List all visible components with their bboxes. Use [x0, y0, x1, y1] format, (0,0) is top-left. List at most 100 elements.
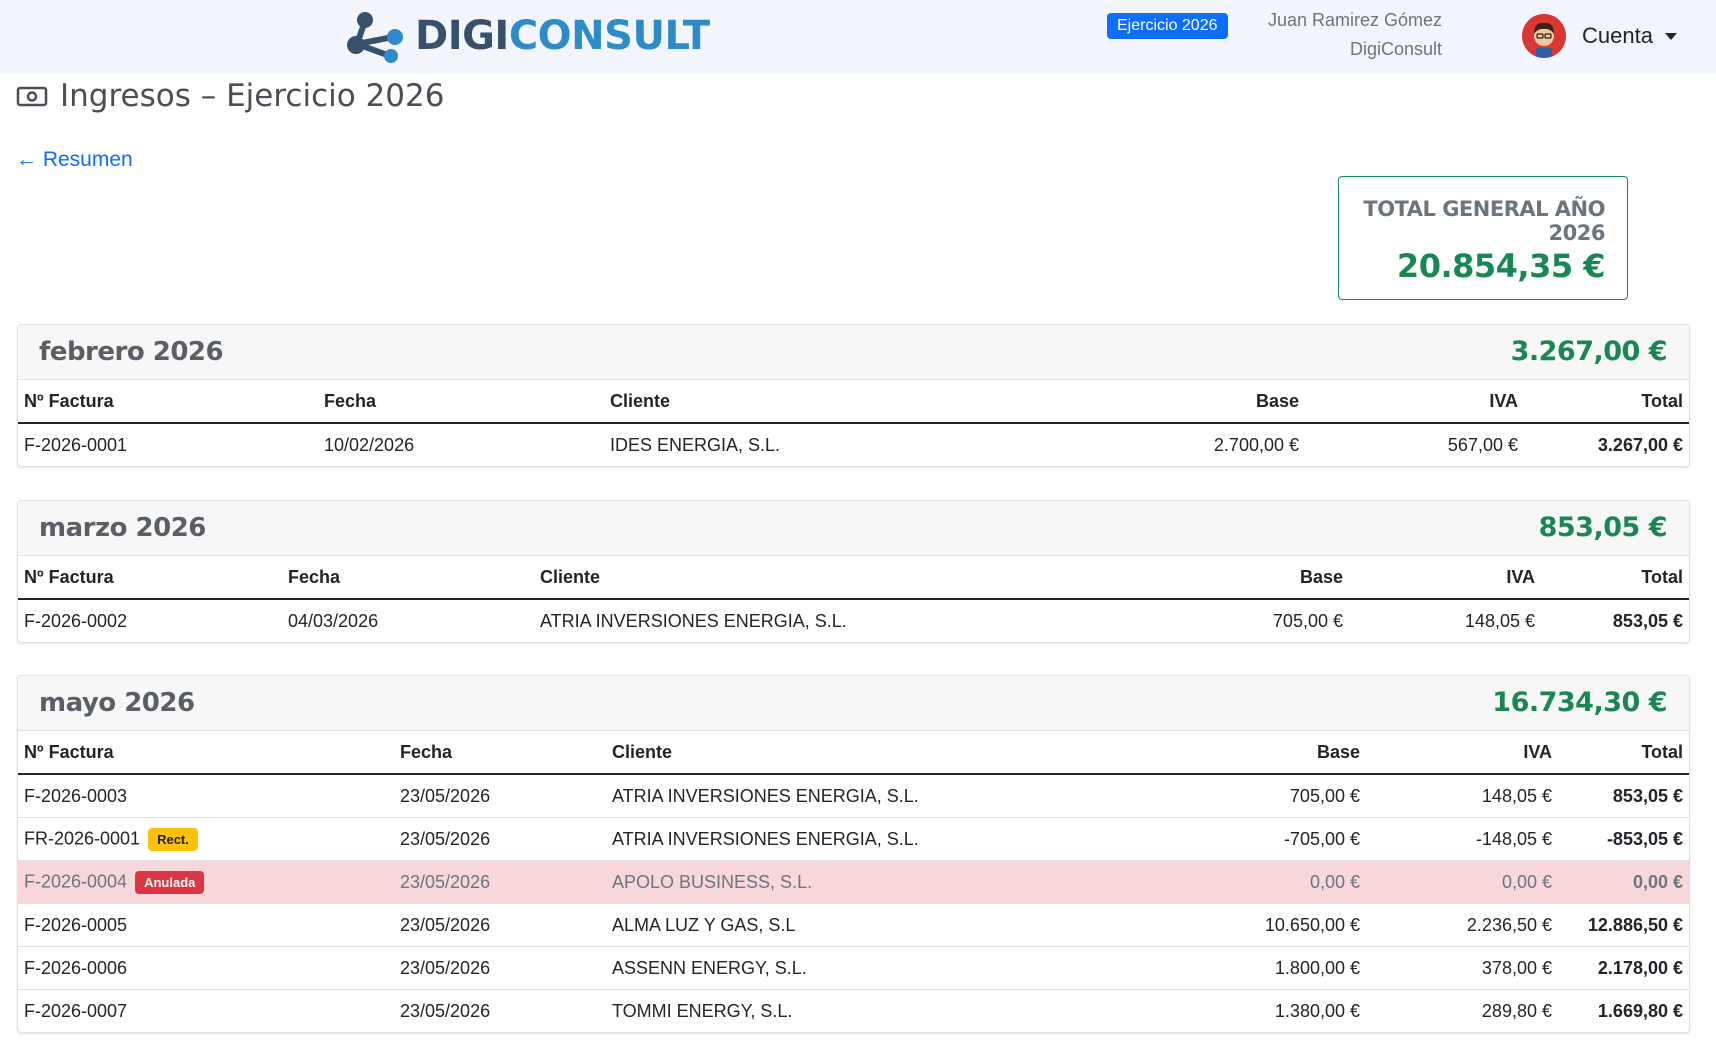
table-row[interactable]: FR-2026-0001 Rect. 23/05/2026 ATRIA INVERSI… [18, 817, 1689, 861]
table-header-row: Nº Factura Fecha Cliente Base IVA Total [18, 380, 1689, 424]
column-header-iva[interactable]: IVA [1305, 380, 1524, 424]
table-row[interactable]: F-2026-0005 23/05/2026 ALMA LUZ Y GAS, S.L… [18, 903, 1689, 947]
cell-cliente: APOLO BUSINESS, S.L. [606, 860, 1122, 904]
cell-base: 10.650,00 € [1122, 903, 1366, 947]
column-header-fecha[interactable]: Fecha [282, 556, 534, 600]
column-header-total[interactable]: Total [1524, 380, 1689, 424]
table-row[interactable]: F-2026-0004 Anulada 23/05/2026 APOLO BUSINE… [18, 860, 1689, 904]
cell-iva: 378,00 € [1366, 946, 1558, 990]
column-header-iva[interactable]: IVA [1349, 556, 1541, 600]
cell-factura-text: F-2026-0003 [24, 785, 128, 806]
month-total: 853,05 € [1538, 512, 1668, 543]
column-header-cliente[interactable]: Cliente [534, 556, 1116, 600]
column-header-cliente[interactable]: Cliente [606, 731, 1122, 775]
column-header-total[interactable]: Total [1541, 556, 1689, 600]
brand-logo[interactable]: DIGICONSULT [345, 8, 710, 64]
brand-name: DIGICONSULT [415, 16, 710, 56]
cell-iva-text: 148,05 € [1481, 785, 1552, 806]
table-header-row: Nº Factura Fecha Cliente Base IVA Total [18, 731, 1689, 775]
cell-base: 705,00 € [1122, 774, 1366, 818]
caret-down-icon [1664, 32, 1677, 40]
cell-fecha-text: 23/05/2026 [400, 1000, 491, 1021]
cell-iva: 148,05 € [1366, 774, 1558, 818]
column-header-iva[interactable]: IVA [1366, 731, 1558, 775]
table-row[interactable]: F-2026-0001 10/02/2026 IDES ENERGIA, S.L. 2… [18, 423, 1689, 466]
cell-iva-text: 378,00 € [1481, 957, 1552, 978]
cell-factura-text: F-2026-0007 [24, 1000, 128, 1021]
user-avatar-icon [1522, 14, 1566, 58]
cell-factura-text: F-2026-0002 [24, 610, 128, 631]
cell-fecha: 23/05/2026 [394, 817, 606, 861]
page-title: Ingresos – Ejercicio 2026 [16, 78, 444, 114]
cell-fecha: 10/02/2026 [318, 423, 604, 466]
cell-fecha-text: 23/05/2026 [400, 785, 491, 806]
column-header-factura[interactable]: Nº Factura [18, 556, 282, 600]
column-header-factura[interactable]: Nº Factura [18, 380, 318, 424]
month-header: febrero 2026 3.267,00 € [18, 325, 1689, 380]
column-header-total[interactable]: Total [1558, 731, 1689, 775]
cell-base-text: 10.650,00 € [1264, 914, 1360, 935]
cell-factura-text: F-2026-0001 [24, 434, 128, 455]
cell-factura: F-2026-0003 [18, 774, 394, 818]
cell-iva: 289,80 € [1366, 990, 1558, 1033]
column-header-fecha[interactable]: Fecha [318, 380, 604, 424]
cell-total: 0,00 € [1558, 860, 1689, 904]
cell-iva-text: 148,05 € [1464, 610, 1535, 631]
cell-total: 2.178,00 € [1558, 946, 1689, 990]
share-nodes-icon [347, 12, 403, 63]
month-header: marzo 2026 853,05 € [18, 501, 1689, 556]
month-card-febrero: febrero 2026 3.267,00 € Nº Factura Fecha Cli… [17, 324, 1690, 467]
column-header-base[interactable]: Base [1110, 380, 1305, 424]
account-dropdown[interactable]: Cuenta [1522, 14, 1677, 58]
money-bill-icon [16, 86, 48, 107]
cell-total-text: 2.178,00 € [1597, 957, 1683, 978]
cell-iva-text: 567,00 € [1447, 434, 1518, 455]
cell-fecha: 23/05/2026 [394, 903, 606, 947]
cell-base: 705,00 € [1116, 599, 1349, 642]
column-header-base[interactable]: Base [1116, 556, 1349, 600]
month-name: marzo 2026 [39, 513, 206, 543]
cell-iva-text: 2.236,50 € [1466, 914, 1552, 935]
cell-base: 2.700,00 € [1110, 423, 1305, 466]
cell-cliente-text: ATRIA INVERSIONES ENERGIA, S.L. [540, 610, 847, 631]
column-header-fecha[interactable]: Fecha [394, 731, 606, 775]
table-row[interactable]: F-2026-0003 23/05/2026 ATRIA INVERSIONES E… [18, 774, 1689, 818]
cell-cliente-text: TOMMI ENERGY, S.L. [612, 1000, 793, 1021]
cell-fecha-text: 10/02/2026 [324, 434, 415, 455]
cell-total-text: 853,05 € [1612, 785, 1683, 806]
cell-cliente: TOMMI ENERGY, S.L. [606, 990, 1122, 1033]
column-header-cliente[interactable]: Cliente [604, 380, 1110, 424]
cell-base-text: 705,00 € [1289, 785, 1360, 806]
brand-name-part2: CONSULT [508, 13, 710, 59]
table-row[interactable]: F-2026-0006 23/05/2026 ASSENN ENERGY, S.L.… [18, 946, 1689, 990]
cell-cliente-text: APOLO BUSINESS, S.L. [612, 871, 813, 892]
cell-total: 3.267,00 € [1524, 423, 1689, 466]
cell-base: 1.380,00 € [1122, 990, 1366, 1033]
cell-fecha-text: 23/05/2026 [400, 914, 491, 935]
cell-iva: 2.236,50 € [1366, 903, 1558, 947]
cell-cliente: ATRIA INVERSIONES ENERGIA, S.L. [534, 599, 1116, 642]
cell-base-text: 705,00 € [1272, 610, 1343, 631]
brand-name-part1: DIGI [415, 13, 509, 59]
table-row[interactable]: F-2026-0002 04/03/2026 ATRIA INVERSIONES E… [18, 599, 1689, 642]
cell-fecha-text: 23/05/2026 [400, 957, 491, 978]
cell-total-text: 12.886,50 € [1587, 914, 1683, 935]
cell-total-text: 853,05 € [1612, 610, 1683, 631]
cell-base-text: 1.380,00 € [1274, 1000, 1360, 1021]
cell-fecha-text: 23/05/2026 [400, 828, 491, 849]
total-general-value: 20.854,35 € [1396, 247, 1606, 285]
cell-fecha-text: 23/05/2026 [400, 871, 491, 892]
cell-cliente: ASSENN ENERGY, S.L. [606, 946, 1122, 990]
cell-iva: 148,05 € [1349, 599, 1541, 642]
cell-total: -853,05 € [1558, 817, 1689, 861]
table-row[interactable]: F-2026-0007 23/05/2026 TOMMI ENERGY, S.L. 1… [18, 990, 1689, 1033]
cell-base-text: -705,00 € [1283, 828, 1360, 849]
column-header-factura[interactable]: Nº Factura [18, 731, 394, 775]
cell-factura-text: F-2026-0005 [24, 914, 128, 935]
total-general-card: TOTAL GENERAL AÑO 2026 20.854,35 € [1338, 176, 1628, 300]
back-to-summary-link[interactable]: ← Resumen [16, 148, 133, 172]
cell-cliente: ALMA LUZ Y GAS, S.L [606, 903, 1122, 947]
cell-fecha: 23/05/2026 [394, 990, 606, 1033]
column-header-base[interactable]: Base [1122, 731, 1366, 775]
invoices-table: Nº Factura Fecha Cliente Base IVA Total F-2026… [18, 731, 1689, 1032]
